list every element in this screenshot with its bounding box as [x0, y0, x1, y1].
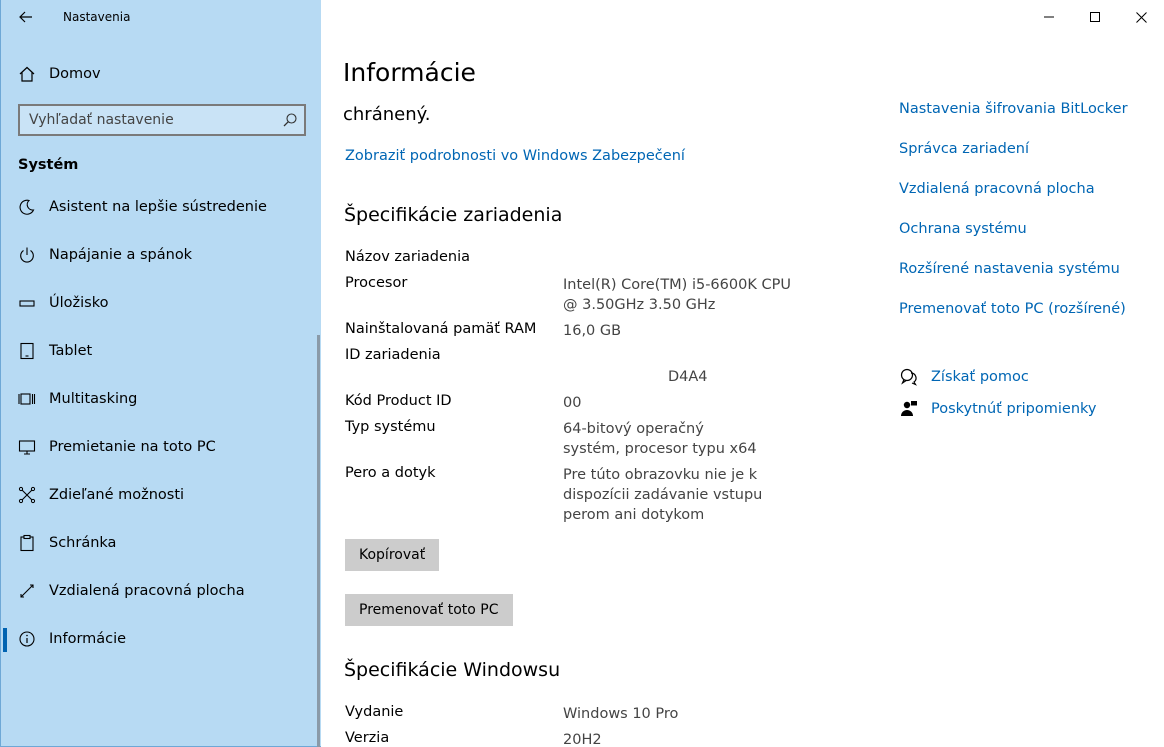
- sidebar-item-multitasking[interactable]: Multitasking: [1, 377, 318, 421]
- remote-desktop-link[interactable]: Vzdialená pracovná plocha: [899, 181, 1095, 197]
- sidebar-item-label: Premietanie na toto PC: [49, 439, 216, 455]
- tablet-icon: [17, 341, 37, 361]
- clipped-text: chránený.: [343, 84, 863, 126]
- sidebar-item-label: Napájanie a spánok: [49, 247, 193, 263]
- spec-value: 64-bitový operačný systém, procesor typu…: [563, 421, 757, 457]
- sidebar-item-clipboard[interactable]: Schránka: [1, 521, 318, 565]
- spec-label: Typ systému: [345, 419, 436, 435]
- sidebar-item-power-sleep[interactable]: Napájanie a spánok: [1, 233, 318, 277]
- sidebar-item-storage[interactable]: Úložisko: [1, 281, 318, 325]
- rename-pc-button[interactable]: Premenovať toto PC: [345, 594, 513, 626]
- sidebar-item-label: Asistent na lepšie sústredenie: [49, 199, 267, 215]
- spec-label: Názov zariadenia: [345, 249, 471, 265]
- sidebar-item-projecting[interactable]: Premietanie na toto PC: [1, 425, 318, 469]
- clipboard-icon: [17, 533, 37, 553]
- back-button[interactable]: [9, 4, 43, 30]
- search-input[interactable]: [29, 112, 279, 128]
- section-title: Systém: [18, 157, 79, 173]
- sidebar-item-tablet[interactable]: Tablet: [1, 329, 318, 373]
- sidebar-item-label: Tablet: [49, 343, 93, 359]
- spec-value: Windows 10 Pro: [563, 706, 679, 722]
- search-box[interactable]: [18, 104, 306, 136]
- info-icon: [17, 629, 37, 649]
- spec-value: 16,0 GB: [563, 323, 622, 339]
- spec-label: Procesor: [345, 275, 408, 291]
- sidebar-item-focus-assist[interactable]: Asistent na lepšie sústredenie: [1, 185, 318, 229]
- search-icon[interactable]: [282, 112, 298, 128]
- sidebar: Nastavenia Domov Systém Asistent na lepš…: [0, 0, 321, 747]
- spec-value: Intel(R) Core(TM) i5-6600K CPU @ 3.50GHz…: [563, 277, 791, 313]
- sidebar-item-about[interactable]: Informácie: [1, 617, 318, 661]
- home-nav-item[interactable]: Domov: [1, 56, 322, 92]
- sidebar-item-label: Vzdialená pracovná plocha: [49, 583, 245, 599]
- get-help-link[interactable]: Získať pomoc: [931, 369, 1029, 385]
- sidebar-item-label: Multitasking: [49, 391, 138, 407]
- spec-value: 20H2: [563, 732, 602, 747]
- shared-experiences-icon: [17, 485, 37, 505]
- rename-pc-advanced-link[interactable]: Premenovať toto PC (rozšírené): [899, 301, 1126, 317]
- multitasking-icon: [17, 389, 37, 409]
- feedback-person-icon: [899, 399, 919, 419]
- back-arrow-icon: [19, 11, 32, 23]
- page-title: Informácie: [343, 58, 476, 87]
- moon-icon: [17, 197, 37, 217]
- home-icon: [17, 64, 37, 84]
- feedback-link[interactable]: Poskytnúť pripomienky: [931, 401, 1096, 417]
- home-label: Domov: [49, 66, 101, 82]
- windows-specs-heading: Špecifikácie Windowsu: [344, 659, 561, 681]
- spec-label: ID zariadenia: [345, 347, 441, 363]
- advanced-system-settings-link[interactable]: Rozšírené nastavenia systému: [899, 261, 1120, 277]
- spec-label: Vydanie: [345, 704, 404, 720]
- spec-label: Kód Product ID: [345, 393, 452, 409]
- active-indicator: [3, 628, 7, 652]
- device-manager-link[interactable]: Správca zariadení: [899, 141, 1029, 157]
- spec-label: Nainštalovaná pamäť RAM: [345, 321, 537, 337]
- system-protection-link[interactable]: Ochrana systému: [899, 221, 1027, 237]
- get-help-row[interactable]: Získať pomoc: [899, 366, 1029, 388]
- copy-button[interactable]: Kopírovať: [345, 539, 440, 571]
- security-details-link[interactable]: Zobraziť podrobnosti vo Windows Zabezpeč…: [345, 148, 685, 164]
- device-specs-heading: Špecifikácie zariadenia: [344, 204, 563, 226]
- clipped-line: chránený.: [343, 104, 431, 125]
- main-content: Informácie chránený. Zobraziť podrobnost…: [321, 0, 1164, 747]
- spec-label: Pero a dotyk: [345, 465, 436, 481]
- feedback-row[interactable]: Poskytnúť pripomienky: [899, 398, 1096, 420]
- sidebar-item-label: Schránka: [49, 535, 117, 551]
- sidebar-item-shared-experiences[interactable]: Zdieľané možnosti: [1, 473, 318, 517]
- sidebar-scrollbar[interactable]: [317, 335, 320, 747]
- sidebar-item-label: Informácie: [49, 631, 127, 647]
- chat-help-icon: [899, 367, 919, 387]
- projecting-icon: [17, 437, 37, 457]
- sidebar-item-label: Zdieľané možnosti: [49, 487, 185, 503]
- sidebar-item-remote-desktop[interactable]: Vzdialená pracovná plocha: [1, 569, 318, 613]
- sidebar-item-label: Úložisko: [49, 295, 109, 311]
- bitlocker-link[interactable]: Nastavenia šifrovania BitLocker: [899, 101, 1128, 117]
- title-bar-left: Nastavenia: [1, 0, 322, 34]
- spec-label: Verzia: [345, 730, 390, 746]
- remote-desktop-icon: [17, 581, 37, 601]
- power-icon: [17, 245, 37, 265]
- app-title: Nastavenia: [63, 10, 131, 24]
- spec-value: D4A4: [668, 369, 708, 385]
- storage-icon: [17, 293, 37, 313]
- spec-value: 00: [563, 395, 582, 411]
- spec-value: Pre túto obrazovku nie je k dispozícii z…: [563, 467, 763, 523]
